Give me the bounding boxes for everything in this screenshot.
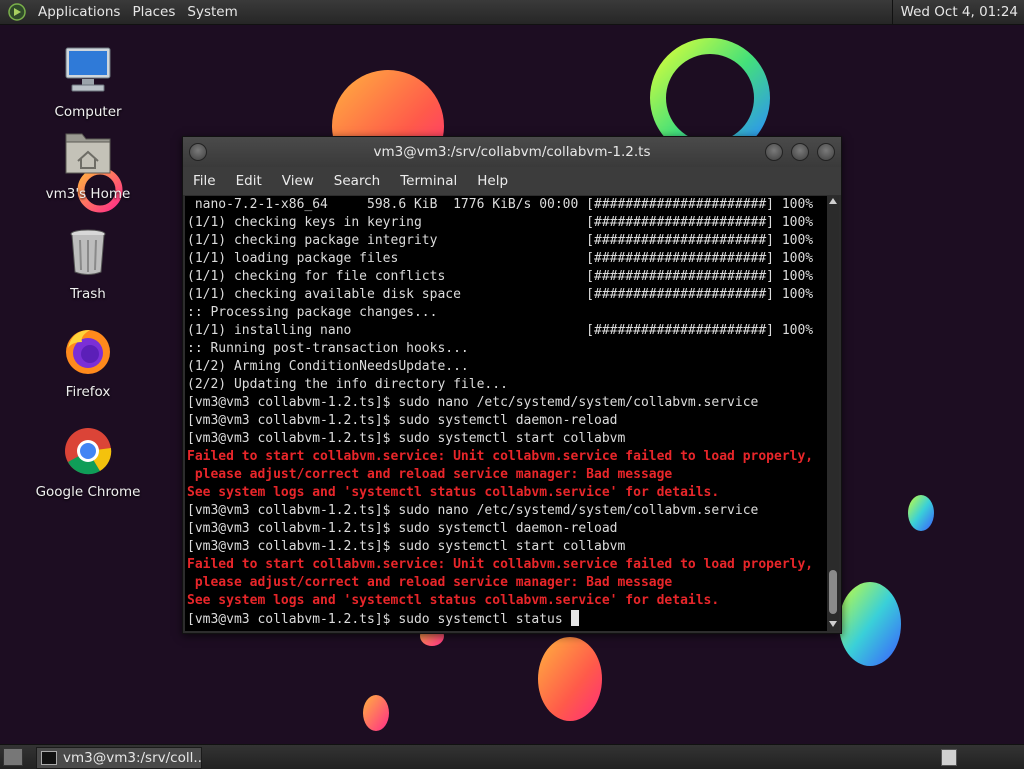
firefox-icon (66, 330, 110, 374)
terminal-window: vm3@vm3:/srv/collabvm/collabvm-1.2.ts Fi… (182, 136, 842, 634)
terminal-line: [vm3@vm3 collabvm-1.2.ts]$ sudo systemct… (187, 539, 626, 554)
scroll-up-arrow-icon[interactable] (829, 198, 837, 204)
terminal-error-line: Failed to start collabvm.service: Unit c… (187, 557, 814, 572)
bottom-panel: vm3@vm3:/srv/coll... (0, 744, 1024, 769)
show-desktop-icon[interactable] (3, 748, 23, 766)
terminal-line: (1/1) checking for file conflicts [#####… (187, 269, 814, 284)
terminal-line: (1/1) checking keys in keyring [########… (187, 215, 814, 230)
terminal-line: [vm3@vm3 collabvm-1.2.ts]$ sudo nano /et… (187, 395, 759, 410)
close-button[interactable] (817, 143, 835, 161)
terminal-icon (41, 751, 57, 765)
top-panel: Applications Places System Wed Oct 4, 01… (0, 0, 1024, 25)
home-folder-icon (65, 133, 111, 174)
terminal-line: :: Running post-transaction hooks... (187, 341, 469, 356)
applications-menu[interactable]: Applications (32, 0, 126, 24)
menu-edit[interactable]: Edit (226, 173, 272, 189)
minimize-button[interactable] (765, 143, 783, 161)
terminal-error-line: Failed to start collabvm.service: Unit c… (187, 449, 814, 464)
terminal-line: (1/2) Arming ConditionNeedsUpdate... (187, 359, 469, 374)
clock[interactable]: Wed Oct 4, 01:24 (891, 0, 1018, 24)
taskbar-item-terminal[interactable]: vm3@vm3:/srv/coll... (36, 747, 202, 769)
workspace-switcher[interactable] (941, 749, 957, 766)
desktop-icon-label: Firefox (65, 384, 111, 400)
window-titlebar[interactable]: vm3@vm3:/srv/collabvm/collabvm-1.2.ts (183, 137, 841, 167)
terminal-line: [vm3@vm3 collabvm-1.2.ts]$ sudo nano /et… (187, 503, 759, 518)
terminal-prompt-line[interactable]: [vm3@vm3 collabvm-1.2.ts]$ sudo systemct… (185, 610, 827, 628)
trash-icon (70, 229, 106, 275)
desktop-icon-label: Computer (54, 104, 122, 120)
terminal-line: :: Processing package changes... (187, 305, 438, 320)
terminal-error-line: See system logs and 'systemctl status co… (187, 485, 720, 500)
terminal-line: (1/1) checking available disk space [###… (187, 287, 814, 302)
terminal-output[interactable]: nano-7.2-1-x86_64 598.6 KiB 1776 KiB/s 0… (185, 196, 827, 631)
desktop-icon-firefox[interactable]: Firefox (33, 326, 143, 400)
text-cursor (570, 610, 579, 626)
window-title: vm3@vm3:/srv/collabvm/collabvm-1.2.ts (373, 144, 651, 160)
terminal-line: (1/1) installing nano [#################… (187, 323, 814, 338)
desktop-icon-chrome[interactable]: Google Chrome (33, 426, 143, 500)
terminal-menubar: File Edit View Search Terminal Help (183, 167, 841, 195)
desktop-icon-computer[interactable]: Computer (33, 46, 143, 120)
computer-icon (65, 47, 111, 92)
maximize-button[interactable] (791, 143, 809, 161)
desktop-icon-home[interactable]: vm3's Home (33, 128, 143, 202)
terminal-line: (1/1) loading package files [###########… (187, 251, 814, 266)
system-menu[interactable]: System (181, 0, 243, 24)
chrome-icon (65, 428, 112, 475)
terminal-error-line: please adjust/correct and reload service… (187, 575, 673, 590)
places-menu[interactable]: Places (126, 0, 181, 24)
menu-search[interactable]: Search (324, 173, 390, 189)
terminal-line: (1/1) checking package integrity [######… (187, 233, 814, 248)
terminal-line: (2/2) Updating the info directory file..… (187, 377, 508, 392)
terminal-line: [vm3@vm3 collabvm-1.2.ts]$ sudo systemct… (187, 431, 626, 446)
terminal-error-line: please adjust/correct and reload service… (187, 467, 673, 482)
prompt-text: [vm3@vm3 collabvm-1.2.ts]$ sudo systemct… (187, 612, 571, 627)
applications-menu-icon[interactable] (8, 3, 26, 21)
menu-view[interactable]: View (272, 173, 324, 189)
menu-file[interactable]: File (183, 173, 226, 189)
terminal-line: [vm3@vm3 collabvm-1.2.ts]$ sudo systemct… (187, 521, 618, 536)
scroll-down-arrow-icon[interactable] (829, 621, 837, 627)
taskbar-item-label: vm3@vm3:/srv/coll... (63, 750, 201, 766)
desktop-icon-label: Trash (70, 286, 106, 302)
desktop-icon-trash[interactable]: Trash (33, 228, 143, 302)
terminal-error-line: See system logs and 'systemctl status co… (187, 593, 720, 608)
terminal-line: nano-7.2-1-x86_64 598.6 KiB 1776 KiB/s 0… (187, 197, 814, 212)
menu-terminal[interactable]: Terminal (390, 173, 467, 189)
terminal-scrollbar[interactable] (827, 196, 839, 631)
desktop-icon-label: vm3's Home (45, 186, 131, 202)
scrollbar-thumb[interactable] (829, 570, 837, 614)
menu-help[interactable]: Help (467, 173, 518, 189)
terminal-line: [vm3@vm3 collabvm-1.2.ts]$ sudo systemct… (187, 413, 618, 428)
desktop-icon-label: Google Chrome (35, 484, 141, 500)
